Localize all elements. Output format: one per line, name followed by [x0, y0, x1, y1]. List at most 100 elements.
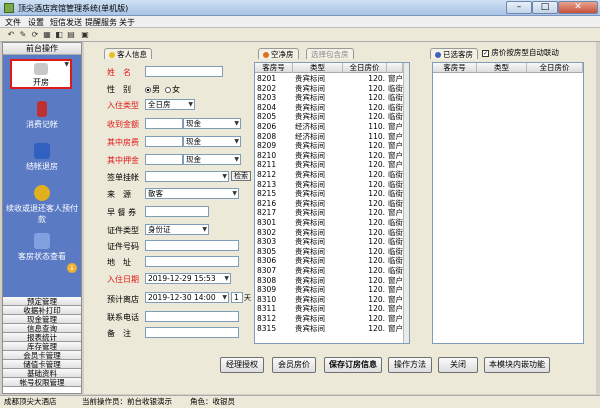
nav-room-status[interactable]: 客房状态查看	[3, 233, 81, 262]
table-row[interactable]: 8211 贵宾标间 120. 窗户	[255, 160, 403, 169]
table-row[interactable]: 8202 贵宾标间 120. 临街	[255, 84, 403, 93]
radio-male[interactable]	[145, 86, 151, 93]
id-number-field[interactable]	[145, 240, 239, 251]
table-row[interactable]: 8308 贵宾标间 120. 窗户	[255, 276, 403, 285]
member-price-button[interactable]: 会员房价	[272, 357, 316, 373]
table-row[interactable]: 8309 贵宾标间 120. 窗户	[255, 285, 403, 294]
pay-method-select-1[interactable]: 现金	[183, 118, 241, 129]
table-row[interactable]: 8306 贵宾标间 120. 临街	[255, 256, 403, 265]
table-row[interactable]: 8312 贵宾标间 120. 窗户	[255, 314, 403, 323]
gender-radio-group[interactable]: 男 女	[145, 84, 180, 95]
checkin-type-select[interactable]: 全日房	[145, 99, 195, 110]
cat-permissions[interactable]: 帐号权限管理	[3, 378, 81, 387]
cat-stored-value[interactable]: 储值卡管理	[3, 360, 81, 369]
table-row[interactable]: 8201 贵宾标间 120. 窗户	[255, 74, 403, 83]
cat-cash[interactable]: 现金管理	[3, 315, 81, 324]
cat-member-card[interactable]: 会员卡管理	[3, 351, 81, 360]
undo-icon[interactable]: ↶	[6, 30, 16, 40]
pay-method-select-2[interactable]: 现金	[183, 136, 241, 147]
table-cell: 临街	[388, 170, 403, 179]
table-row[interactable]: 8307 贵宾标间 120. 临街	[255, 266, 403, 275]
cat-reservation[interactable]: 预定管理	[3, 297, 81, 306]
tab-guest-info[interactable]: 客人信息	[104, 48, 152, 59]
table-row[interactable]: 8205 贵宾标间 120. 临街	[255, 112, 403, 121]
selected-room-grid[interactable]: 客房号 类型 全日房价	[432, 62, 584, 344]
grid-icon[interactable]: ▦	[42, 30, 52, 40]
phone-field[interactable]	[145, 311, 239, 322]
table-row[interactable]: 8210 贵宾标间 120. 窗户	[255, 151, 403, 160]
room-fee-field[interactable]	[145, 136, 183, 147]
sign-account-select[interactable]	[145, 171, 229, 182]
table-row[interactable]: 8212 贵宾标间 120. 临街	[255, 170, 403, 179]
table-row[interactable]: 8216 贵宾标间 120. 临街	[255, 199, 403, 208]
cat-basic-data[interactable]: 基础资料	[3, 369, 81, 378]
id-type-select[interactable]: 身份证	[145, 224, 209, 235]
table-row[interactable]: 8204 贵宾标间 120. 临街	[255, 103, 403, 112]
bed-icon	[34, 63, 48, 75]
table-row[interactable]: 8315 贵宾标间 120. 窗户	[255, 324, 403, 333]
menu-file[interactable]: 文件	[5, 17, 21, 28]
pay-method-select-3[interactable]: 现金	[183, 154, 241, 165]
source-select[interactable]: 散客	[145, 188, 239, 199]
table-row[interactable]: 8305 贵宾标间 120. 临街	[255, 247, 403, 256]
table-row[interactable]: 8206 经济标间 110. 窗户	[255, 122, 403, 131]
filter-icon[interactable]: ◧	[54, 30, 64, 40]
table-row[interactable]: 8215 贵宾标间 120. 临街	[255, 189, 403, 198]
table-cell: 8315	[257, 323, 277, 333]
scroll-down-icon[interactable]: ↓	[67, 263, 77, 273]
cat-receipt-reprint[interactable]: 收据补打印	[3, 306, 81, 315]
table-cell: 经济标间	[295, 122, 325, 131]
menu-reminder[interactable]: 提醒服务	[85, 17, 117, 28]
tab-selected-rooms[interactable]: 已选客房	[430, 48, 478, 59]
table-row[interactable]: 8208 经济标间 110. 窗户	[255, 132, 403, 141]
close-button[interactable]: 关闭	[438, 357, 478, 373]
embedded-functions-button[interactable]: 本模块内嵌功能	[484, 357, 550, 373]
save-booking-button[interactable]: 保存订房信息	[324, 357, 382, 373]
refresh-icon[interactable]: ⟳	[30, 30, 40, 40]
days-field[interactable]: 1	[231, 292, 243, 303]
maximize-button[interactable]: □	[532, 1, 558, 14]
table-cell: 贵宾标间	[295, 170, 325, 179]
cat-inventory[interactable]: 库存管理	[3, 342, 81, 351]
close-window-button[interactable]: ✕	[558, 1, 598, 14]
address-field[interactable]	[145, 256, 239, 267]
table-row[interactable]: 8217 贵宾标间 120. 窗户	[255, 208, 403, 217]
nav-prepay[interactable]: 续收或退还客人预付款	[3, 185, 81, 225]
vacant-room-grid[interactable]: 客房号 类型 全日房价 8201 贵宾标间 120. 窗户 8202 贵宾标间 120. 临街…	[254, 62, 410, 344]
instructions-button[interactable]: 操作方法	[388, 357, 432, 373]
export-icon[interactable]: ▣	[80, 30, 90, 40]
table-row[interactable]: 8311 贵宾标间 120. 窗户	[255, 304, 403, 313]
manager-auth-button[interactable]: 经理授权	[220, 357, 264, 373]
cat-query[interactable]: 信息查询	[3, 324, 81, 333]
table-row[interactable]: 8303 贵宾标间 120. 临街	[255, 237, 403, 246]
tab-select-included[interactable]: 选择包含房	[306, 48, 354, 59]
radio-female[interactable]	[165, 86, 172, 93]
vacant-scrollbar[interactable]	[403, 63, 409, 343]
checkin-date-field[interactable]: 2019-12-29 15:53	[145, 273, 231, 284]
table-row[interactable]: 8209 贵宾标间 120. 窗户	[255, 141, 403, 150]
remark-field[interactable]	[145, 327, 239, 338]
nav-open-room[interactable]: 开房	[10, 59, 72, 89]
receipt-field[interactable]	[145, 118, 183, 129]
deposit-field[interactable]	[145, 154, 183, 165]
menu-sms[interactable]: 短信发送	[50, 17, 82, 28]
name-field[interactable]	[145, 66, 223, 77]
breakfast-field[interactable]	[145, 206, 209, 217]
table-row[interactable]: 8203 贵宾标间 120. 临街	[255, 93, 403, 102]
lock-icon[interactable]: ▤	[66, 30, 76, 40]
checkout-date-field[interactable]: 2019-12-30 14:00	[145, 292, 229, 303]
nav-checkout[interactable]: 结帐退房	[3, 143, 81, 172]
nav-consumption[interactable]: 消费记帐	[3, 101, 81, 130]
tab-vacant-rooms[interactable]: 空净房	[258, 48, 299, 59]
table-row[interactable]: 8301 贵宾标间 120. 临街	[255, 218, 403, 227]
table-row[interactable]: 8310 贵宾标间 120. 窗户	[255, 295, 403, 304]
table-row[interactable]: 8213 贵宾标间 120. 临街	[255, 180, 403, 189]
table-row[interactable]: 8302 贵宾标间 120. 临街	[255, 228, 403, 237]
color-icon[interactable]: ✎	[18, 30, 28, 40]
search-button[interactable]: 检索	[231, 171, 251, 181]
menu-about[interactable]: 关于	[119, 17, 135, 28]
cat-reports[interactable]: 报表统计	[3, 333, 81, 342]
minimize-button[interactable]: –	[506, 1, 532, 14]
menu-settings[interactable]: 设置	[28, 17, 44, 28]
auto-link-checkbox[interactable]: ✓ 房价按房型自动联动	[482, 47, 559, 58]
